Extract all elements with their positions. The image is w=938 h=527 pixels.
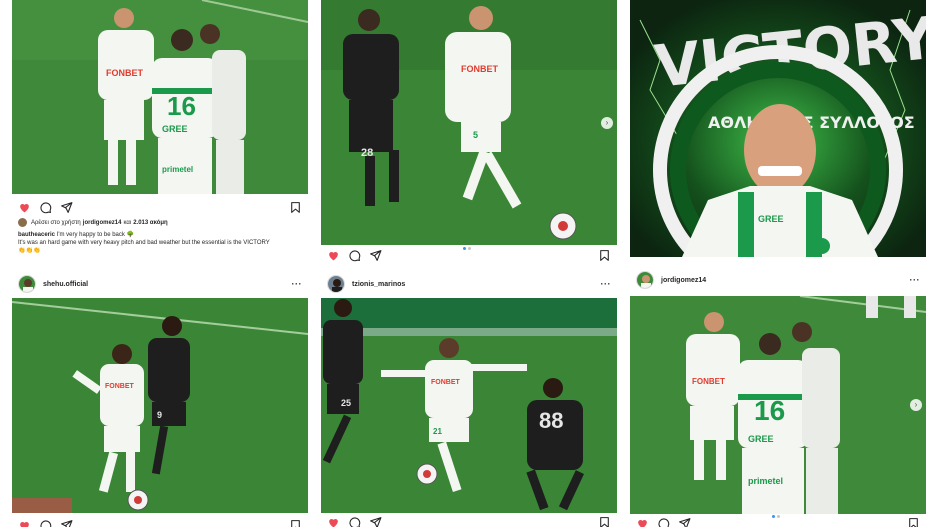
bookmark-icon[interactable]: [907, 517, 920, 527]
heart-icon[interactable]: [18, 519, 31, 527]
post-header: jordigomez14 ···: [630, 266, 926, 294]
bookmark-icon[interactable]: [289, 519, 302, 527]
comment-icon[interactable]: [39, 201, 52, 214]
match-action-photo: 25 FONBET 21 88: [321, 298, 617, 513]
share-icon[interactable]: [369, 249, 382, 262]
comment-icon[interactable]: [657, 517, 670, 527]
post-actions: [321, 245, 617, 262]
post-header: shehu.official ···: [12, 270, 308, 298]
sponsor-text: FONBET: [106, 68, 144, 78]
shirt-number: 16: [754, 395, 785, 426]
post-card-5: tzionis_marinos ··· 25 FONBET 21 88: [321, 270, 617, 527]
sponsor-text: FONBET: [461, 64, 499, 74]
post-username[interactable]: tzionis_marinos: [352, 281, 405, 288]
home-number: 21: [433, 427, 442, 436]
more-icon[interactable]: ···: [910, 275, 921, 285]
post-photo[interactable]: FONBET 9: [12, 298, 308, 513]
share-icon[interactable]: [369, 516, 382, 527]
post-actions: [12, 515, 308, 527]
post-card-4: shehu.official ··· FONBET 9: [12, 270, 308, 527]
avatar[interactable]: [327, 275, 345, 293]
caption-line-2: It's was an hard game with very heavy pi…: [18, 240, 270, 246]
post-photo[interactable]: VICTORY! ΑΘΛΗΤΙΚΟΣ ΣΥΛΛΟΓΟΣ GREE: [630, 0, 926, 257]
next-arrow-icon[interactable]: ›: [910, 399, 922, 411]
post-card-6: jordigomez14 ··· FONBET 16 GREE primetel: [630, 266, 926, 527]
sponsor-text: FONBET: [692, 377, 725, 386]
more-icon[interactable]: ···: [292, 279, 303, 289]
match-action-photo: FONBET 9: [12, 298, 308, 513]
post-actions: [630, 513, 926, 527]
carousel-dots: [463, 247, 471, 250]
away-number-2: 25: [341, 398, 351, 408]
next-arrow-icon[interactable]: ›: [601, 116, 613, 129]
heart-icon[interactable]: [327, 249, 340, 262]
carousel-dot-active: [463, 247, 466, 250]
more-icon[interactable]: ···: [601, 279, 612, 289]
bookmark-icon[interactable]: [598, 249, 611, 262]
liker-avatar: [18, 218, 27, 227]
post-header: tzionis_marinos ···: [321, 270, 617, 298]
share-icon[interactable]: [60, 201, 73, 214]
avatar[interactable]: [18, 275, 36, 293]
carousel-dot: [468, 247, 471, 250]
away-number: 88: [539, 408, 563, 433]
celebration-photo: FONBET 16 GREE primetel: [630, 296, 926, 514]
post-photo[interactable]: FONBET 16 GREE primetel: [12, 0, 308, 194]
bookmark-icon[interactable]: [598, 516, 611, 527]
liked-by-others[interactable]: 2.013 ακόμη: [133, 220, 168, 226]
liked-by-line: Αρέσει στο χρήστη jordigomez14 και 2.013…: [18, 218, 170, 227]
post-card-3: VICTORY! ΑΘΛΗΤΙΚΟΣ ΣΥΛΛΟΓΟΣ GREE: [630, 0, 926, 262]
heart-icon[interactable]: [327, 516, 340, 527]
sponsor-text: FONBET: [105, 383, 135, 390]
post-photo[interactable]: 28 FONBET 5 ›: [321, 0, 617, 245]
post-card-2: 28 FONBET 5 ›: [321, 0, 617, 262]
home-number: 5: [473, 130, 478, 140]
shirt-brand: GREE: [748, 434, 774, 444]
match-action-photo: 28 FONBET 5: [321, 0, 617, 245]
share-icon[interactable]: [60, 519, 73, 527]
victory-graphic: VICTORY! ΑΘΛΗΤΙΚΟΣ ΣΥΛΛΟΓΟΣ GREE: [630, 0, 926, 257]
bookmark-icon[interactable]: [289, 201, 302, 214]
caption-line-1: I'm very happy to be back 🌳: [56, 232, 135, 238]
share-icon[interactable]: [678, 517, 691, 527]
liked-by-prefix: Αρέσει στο χρήστη: [31, 219, 81, 226]
post-username[interactable]: shehu.official: [43, 281, 88, 288]
comment-icon[interactable]: [348, 516, 361, 527]
shirt-number: 16: [167, 91, 196, 121]
carousel-dot: [777, 515, 780, 518]
celebration-photo: FONBET 16 GREE primetel: [12, 0, 308, 194]
post-actions: [321, 512, 617, 527]
carousel-dot-active: [772, 515, 775, 518]
post-username[interactable]: jordigomez14: [661, 277, 706, 284]
caption-username[interactable]: bautheaceric: [18, 232, 55, 238]
post-caption: bautheaceric I'm very happy to be back 🌳…: [18, 231, 302, 255]
liked-by-and: και: [123, 219, 132, 226]
shirt-brand: GREE: [758, 214, 784, 224]
sponsor-text: FONBET: [431, 379, 461, 386]
shirt-sponsor: primetel: [162, 165, 193, 174]
away-number: 9: [157, 410, 162, 420]
comment-icon[interactable]: [348, 249, 361, 262]
heart-icon[interactable]: [636, 517, 649, 527]
avatar[interactable]: [636, 271, 654, 289]
post-card-1: FONBET 16 GREE primetel Αρέσει στο χρήστ…: [12, 0, 308, 262]
post-photo[interactable]: 25 FONBET 21 88: [321, 298, 617, 513]
heart-icon[interactable]: [18, 201, 31, 214]
post-photo[interactable]: FONBET 16 GREE primetel ›: [630, 296, 926, 514]
shirt-brand: GREE: [162, 124, 188, 134]
carousel-dots: [772, 515, 780, 518]
post-actions: [12, 197, 308, 217]
comment-icon[interactable]: [39, 519, 52, 527]
liked-by-user[interactable]: jordigomez14: [83, 220, 122, 226]
shirt-sponsor: primetel: [748, 476, 783, 486]
caption-emojis: 👏👏👏: [18, 248, 41, 254]
